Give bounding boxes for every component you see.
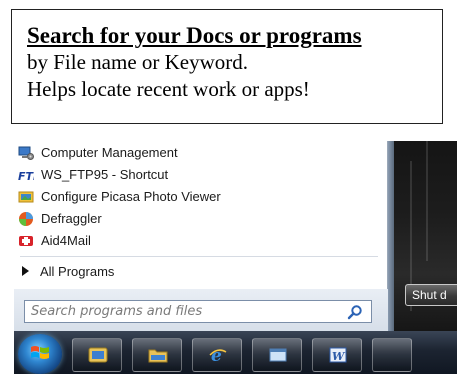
window-icon (269, 348, 287, 362)
taskbar-word-button[interactable]: W (312, 338, 362, 372)
program-computer-management[interactable]: Computer Management (18, 143, 178, 162)
taskbar-ie-button[interactable]: e (192, 338, 242, 372)
start-menu-panel: Computer Management FTP WS_FTP95 - Short… (14, 141, 388, 331)
start-orb[interactable] (18, 334, 62, 374)
start-orb-icon (31, 346, 49, 359)
all-programs-item[interactable]: All Programs (22, 261, 114, 281)
callout-box: Search for your Docs or programs by File… (11, 9, 443, 124)
program-label: Defraggler (41, 211, 102, 226)
svg-text:FTP: FTP (18, 170, 34, 183)
callout-line-1: by File name or Keyword. (27, 50, 249, 74)
menu-divider (20, 256, 378, 257)
explorer-window-icon (88, 347, 108, 363)
search-placeholder: Search programs and files (31, 304, 203, 319)
defraggler-icon (19, 211, 33, 226)
picasa-icon (18, 191, 34, 202)
search-input[interactable]: Search programs and files (24, 300, 372, 323)
program-configure-picasa[interactable]: Configure Picasa Photo Viewer (18, 187, 221, 206)
computer-management-icon (18, 146, 34, 160)
search-icon[interactable] (347, 304, 363, 320)
taskbar-explorer-button[interactable] (72, 338, 122, 372)
program-label: Configure Picasa Photo Viewer (41, 189, 221, 204)
word-icon: W (329, 347, 347, 363)
start-menu-screenshot: Computer Management FTP WS_FTP95 - Short… (14, 141, 457, 374)
start-menu-border (388, 141, 394, 331)
ftp-icon: FTP (18, 170, 34, 183)
svg-text:e: e (211, 346, 222, 364)
internet-explorer-icon: e (209, 346, 227, 364)
program-label: WS_FTP95 - Shortcut (41, 167, 169, 182)
aid4mail-icon (19, 235, 33, 246)
shutdown-button[interactable]: Shut d (405, 284, 457, 306)
taskbar-extra-button[interactable] (372, 338, 412, 372)
program-defraggler[interactable]: Defraggler (18, 209, 102, 228)
callout-headline: Search for your Docs or programs (27, 23, 362, 48)
arrow-right-icon (22, 266, 29, 276)
program-label: Computer Management (41, 145, 178, 160)
taskbar-folder-button[interactable] (132, 338, 182, 372)
program-ws-ftp95[interactable]: FTP WS_FTP95 - Shortcut (18, 165, 168, 184)
program-label: Aid4Mail (41, 233, 91, 248)
folder-icon (148, 349, 168, 363)
program-aid4mail[interactable]: Aid4Mail (18, 231, 91, 250)
canvas: Search for your Docs or programs by File… (0, 0, 457, 374)
all-programs-label: All Programs (40, 263, 115, 279)
svg-text:W: W (332, 350, 346, 363)
taskbar-window-button[interactable] (252, 338, 302, 372)
callout-line-2: Helps locate recent work or apps! (27, 77, 310, 101)
